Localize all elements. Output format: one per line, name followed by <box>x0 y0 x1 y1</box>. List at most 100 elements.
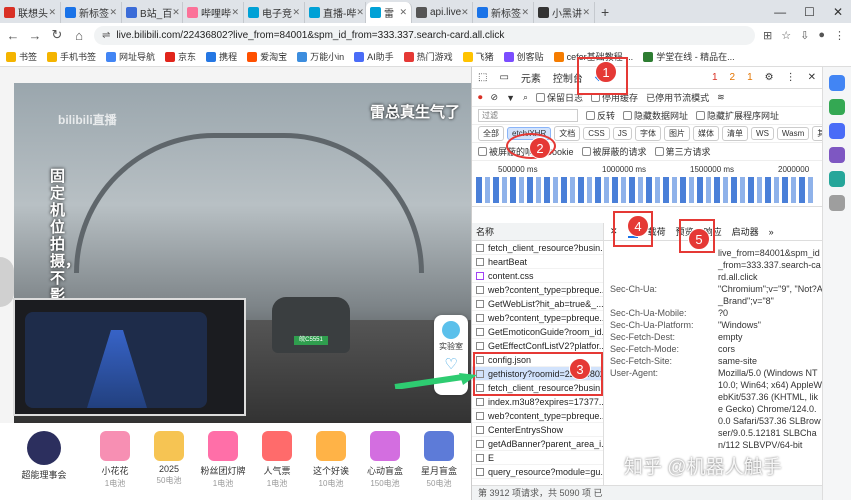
request-row[interactable]: CenterEntrysShow <box>472 423 603 437</box>
hide-data-urls-checkbox[interactable]: 隐藏数据网址 <box>623 109 688 122</box>
request-row[interactable]: content.css <box>472 269 603 283</box>
request-row[interactable]: GetEmoticonGuide?room_id... <box>472 325 603 339</box>
bookmark-item[interactable]: 爱淘宝 <box>247 50 287 63</box>
filter-wasm[interactable]: Wasm <box>776 127 810 140</box>
more-tabs-icon[interactable]: » <box>769 227 774 237</box>
bookmark-item[interactable]: 携程 <box>206 50 237 63</box>
bookmark-item[interactable]: 热门游戏 <box>403 50 453 63</box>
minimize-icon[interactable]: — <box>774 5 786 19</box>
request-row[interactable]: query_resource?module=gu... <box>472 465 603 479</box>
more-icon[interactable]: ⋮ <box>786 72 796 83</box>
bookmark-item[interactable]: AI助手 <box>354 50 394 63</box>
close-icon[interactable]: ✕ <box>231 7 239 18</box>
browser-tab[interactable]: 电子竞 ✕ <box>244 2 305 23</box>
browser-tab[interactable]: 直播-哔 ✕ <box>305 2 366 23</box>
gift-item[interactable]: 星月盲盒 50电池 <box>412 423 466 500</box>
bookmark-item[interactable]: 创客贴 <box>503 50 544 63</box>
blocked-requests-checkbox[interactable]: 被屏蔽的请求 <box>581 145 647 158</box>
request-row[interactable]: heartBeat <box>472 255 603 269</box>
close-window-icon[interactable]: ✕ <box>833 5 843 19</box>
browser-tab-active[interactable]: 雷 ✕ <box>366 2 412 23</box>
clear-icon[interactable]: ⊘ <box>491 92 499 103</box>
close-icon[interactable]: ✕ <box>582 7 590 18</box>
gift-item[interactable]: 心动盲盒 150电池 <box>358 423 412 500</box>
menu-icon[interactable]: ⋮ <box>834 29 845 42</box>
bookmark-item[interactable]: 京东 <box>165 50 196 63</box>
filter-other[interactable]: 其他 <box>812 126 822 141</box>
download-icon[interactable]: ⇩ <box>800 29 809 42</box>
gift-item[interactable]: 人气票 1电池 <box>250 423 304 500</box>
browser-tab[interactable]: 小黑讲 ✕ <box>534 2 595 23</box>
bookmark-item[interactable]: 飞猪 <box>462 50 494 63</box>
filter-font[interactable]: 字体 <box>635 126 662 141</box>
close-icon[interactable]: ✕ <box>109 7 117 18</box>
device-toggle-icon[interactable]: ▭ <box>499 72 508 83</box>
browser-tab[interactable]: 新标签 ✕ <box>61 2 122 23</box>
gift-item[interactable]: 小花花 1电池 <box>88 423 142 500</box>
close-icon[interactable]: ✕ <box>399 7 407 18</box>
filter-doc[interactable]: 文档 <box>554 126 581 141</box>
close-icon[interactable]: ✕ <box>356 7 364 18</box>
maximize-icon[interactable]: ☐ <box>804 5 815 19</box>
new-tab-icon[interactable]: + <box>601 4 609 20</box>
error-count[interactable]: 1 <box>712 72 718 83</box>
gift-item[interactable]: 粉丝团灯牌 1电池 <box>196 423 250 500</box>
gift-item[interactable]: 这个好诶 10电池 <box>304 423 358 500</box>
bookmark-item[interactable]: 万能小in <box>297 50 344 63</box>
gear-icon[interactable]: ⚙ <box>765 72 774 83</box>
request-row[interactable]: GetWebList?hit_ab=true&_... <box>472 297 603 311</box>
filter-img[interactable]: 图片 <box>664 126 691 141</box>
bookmark-item[interactable]: 手机书签 <box>47 50 96 63</box>
request-row[interactable]: web?content_type=pbreque... <box>472 311 603 325</box>
info-count[interactable]: 1 <box>747 72 753 83</box>
filter-ws[interactable]: WS <box>751 127 774 140</box>
tab-initiator[interactable]: 启动器 <box>732 225 759 238</box>
close-icon[interactable]: ✕ <box>48 7 56 18</box>
request-row[interactable]: web?content_type=pbreque... <box>472 409 603 423</box>
close-icon[interactable]: ✕ <box>521 7 529 18</box>
filter-manifest[interactable]: 清单 <box>722 126 749 141</box>
home-icon[interactable]: ⌂ <box>72 28 86 43</box>
game-icon[interactable] <box>829 147 845 163</box>
gift-item[interactable]: 2025 50电池 <box>142 423 196 500</box>
request-row[interactable]: GetEffectConfListV2?platfor... <box>472 339 603 353</box>
profile-icon[interactable]: ● <box>818 29 825 42</box>
close-icon[interactable]: ✕ <box>292 7 300 18</box>
name-column-header[interactable]: 名称 <box>472 223 603 241</box>
bookmark-item[interactable]: 书签 <box>6 50 37 63</box>
url-field[interactable]: ⇌ live.bilibili.com/22436802?live_from=8… <box>94 25 756 45</box>
mail-icon[interactable] <box>829 99 845 115</box>
network-timeline[interactable]: 500000 ms 1000000 ms 1500000 ms 2000000 <box>472 161 822 207</box>
site-info-icon[interactable]: ⇌ <box>102 30 110 41</box>
extension-icon[interactable]: ⊞ <box>763 29 772 42</box>
tools-icon[interactable] <box>829 171 845 187</box>
filter-all[interactable]: 全部 <box>478 126 504 141</box>
browser-tab[interactable]: 联想头 ✕ <box>0 2 61 23</box>
request-row[interactable]: E <box>472 451 603 465</box>
browser-tab[interactable]: B站_百 ✕ <box>122 2 183 23</box>
filter-js[interactable]: JS <box>612 127 633 140</box>
gift-item[interactable]: 超能理事会 <box>0 423 88 500</box>
star-icon[interactable]: ☆ <box>781 29 791 42</box>
lab-icon[interactable] <box>442 321 460 339</box>
back-icon[interactable]: ← <box>6 28 20 43</box>
add-icon[interactable] <box>829 195 845 211</box>
bookmark-item[interactable]: 网址导航 <box>106 50 155 63</box>
search-icon[interactable] <box>829 75 845 91</box>
bookmark-item[interactable]: 学堂在线 - 精品在... <box>643 50 735 63</box>
reload-icon[interactable]: ↻ <box>50 27 64 43</box>
tab-elements[interactable]: 元素 <box>521 70 541 85</box>
filter-icon[interactable]: ▼ <box>506 93 515 103</box>
record-icon[interactable]: ⏺ <box>478 92 483 103</box>
close-icon[interactable]: ✕ <box>172 7 180 18</box>
request-row[interactable]: fetch_client_resource?busin... <box>472 241 603 255</box>
warning-count[interactable]: 2 <box>730 72 736 83</box>
filter-media[interactable]: 媒体 <box>693 126 720 141</box>
browser-tab[interactable]: 哔哩哔 ✕ <box>183 2 244 23</box>
close-icon[interactable]: ✕ <box>461 7 469 18</box>
browser-tab[interactable]: 新标签 ✕ <box>473 2 534 23</box>
request-row[interactable]: index.m3u8?expires=17377... <box>472 395 603 409</box>
throttle-select[interactable]: 已停用节流模式 <box>646 91 709 104</box>
hide-extension-urls-checkbox[interactable]: 隐藏扩展程序网址 <box>696 109 779 122</box>
invert-checkbox[interactable]: 反转 <box>586 109 615 122</box>
